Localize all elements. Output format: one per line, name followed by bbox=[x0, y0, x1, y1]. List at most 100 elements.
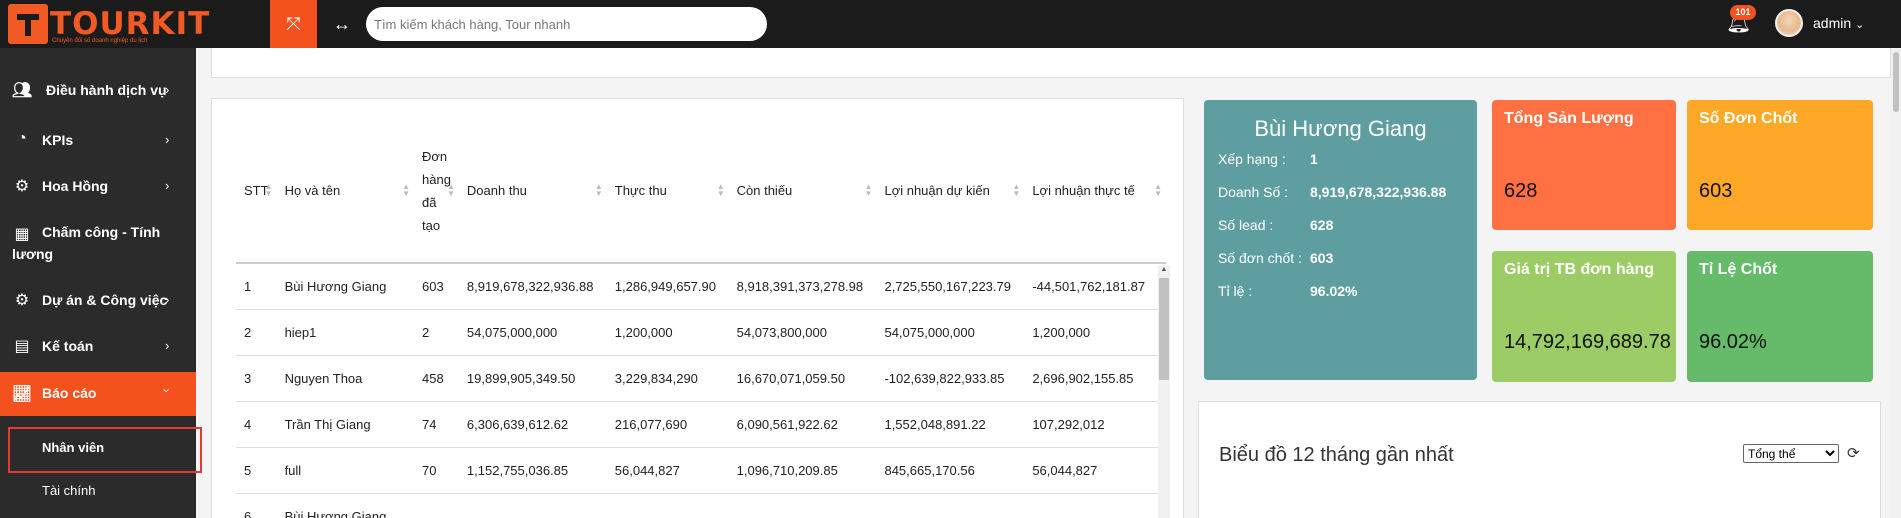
column-header-label: đã bbox=[422, 194, 437, 210]
stat-card-average-order-value: Giá trị TB đơn hàng 14,792,169,689.78 bbox=[1492, 251, 1676, 382]
sidebar-item-hoa-hong[interactable]: ⚙ Hoa Hồng › bbox=[0, 176, 196, 198]
search-input[interactable] bbox=[366, 7, 767, 41]
table-row[interactable]: 2 hiep1 2 54,075,000,000 1,200,000 54,07… bbox=[236, 309, 1166, 356]
cell-actual-profit: 56,044,827 bbox=[1024, 447, 1166, 494]
chevron-right-icon: › bbox=[165, 292, 170, 307]
profile-row-label: Số đơn chốt : bbox=[1218, 250, 1302, 266]
column-header-name[interactable]: Họ và tên ▲ ▼ bbox=[276, 119, 414, 264]
cell-stt: 5 bbox=[236, 447, 277, 494]
column-header-expected-profit[interactable]: Lợi nhuận dự kiến ▲ ▼ bbox=[876, 119, 1025, 264]
column-header-label: Họ và tên bbox=[284, 183, 341, 198]
cell-collected: 3,229,834,290 bbox=[606, 355, 729, 402]
user-menu[interactable]: admin ⌄ bbox=[1813, 15, 1864, 31]
cell-orders: 458 bbox=[414, 355, 459, 402]
cell-remaining: 54,073,800,000 bbox=[728, 309, 877, 356]
cell-collected: 56,044,827 bbox=[606, 447, 729, 494]
expand-icon: ⤧ bbox=[286, 13, 301, 34]
chevron-down-icon: ⌄ bbox=[1855, 19, 1865, 31]
sort-icon: ▲ ▼ bbox=[716, 182, 725, 198]
top-panel bbox=[211, 48, 1891, 78]
cell-collected: 1,286,949,657.90 bbox=[606, 263, 729, 310]
cell-stt: 6 bbox=[236, 493, 277, 518]
page-scrollbar[interactable] bbox=[1891, 48, 1901, 518]
stat-card-close-rate: Tỉ Lệ Chốt 96.02% bbox=[1687, 251, 1873, 382]
avatar[interactable] bbox=[1775, 9, 1803, 37]
column-header-orders[interactable]: Đơn hàng đã tạo ▲ ▼ bbox=[414, 119, 459, 264]
scroll-up-arrow-icon[interactable]: ▲ bbox=[1158, 266, 1170, 276]
cell-orders: 603 bbox=[414, 263, 459, 310]
cell-revenue: 19,899,905,349.50 bbox=[458, 355, 607, 402]
sidebar-item-label: Điều hành dịch vụ bbox=[46, 82, 167, 98]
column-header-collected[interactable]: Thực thu ▲ ▼ bbox=[606, 119, 729, 264]
cell-stt: 1 bbox=[236, 263, 277, 310]
stat-card-total-output: Tổng Sản Lượng 628 bbox=[1492, 100, 1676, 230]
expand-button[interactable]: ⤧ bbox=[270, 0, 317, 48]
cell-stt: 2 bbox=[236, 309, 277, 356]
page-scrollbar-thumb[interactable] bbox=[1893, 52, 1899, 112]
profile-lead-row: Số lead : 628 bbox=[1218, 217, 1333, 233]
chart-title: Biểu đồ 12 tháng gần nhất bbox=[1219, 444, 1454, 466]
cell-actual-profit: -44,501,762,181.87 bbox=[1024, 263, 1166, 310]
cell-name: Bùi Hương Giang bbox=[276, 263, 414, 310]
cell-stt: 3 bbox=[236, 355, 277, 402]
brand-logo[interactable]: TOURKIT Chuyên đối số doanh nghiệp du lị… bbox=[8, 4, 209, 44]
sidebar-item-label: KPIs bbox=[42, 132, 74, 148]
sidebar-item-label-line2: lương bbox=[12, 246, 54, 262]
chevron-down-icon: › bbox=[159, 388, 175, 393]
column-header-label: Đơn bbox=[422, 148, 448, 164]
column-header-actual-profit[interactable]: Lợi nhuận thực tế ▲ ▼ bbox=[1024, 119, 1166, 264]
stat-value: 603 bbox=[1699, 180, 1733, 202]
cell-actual-profit: 2,696,902,155.85 bbox=[1024, 355, 1166, 402]
chart-line-icon: 📈︎ bbox=[11, 386, 33, 403]
chart-mode-select[interactable]: Tổng thể bbox=[1743, 444, 1839, 463]
sidebar-subitem-tai-chinh[interactable]: Tài chính bbox=[0, 481, 196, 501]
top-bar: TOURKIT Chuyên đối số doanh nghiệp du lị… bbox=[0, 0, 1901, 48]
sidebar-item-cham-cong[interactable]: ▦ Chấm công - Tính lương bbox=[0, 222, 196, 268]
cell-remaining: 1,096,710,209.85 bbox=[728, 447, 877, 494]
monthly-chart-card: Biểu đồ 12 tháng gần nhất Tổng thể ⟳ bbox=[1198, 401, 1881, 518]
table-row[interactable]: 4 Trần Thị Giang 74 6,306,639,612.62 216… bbox=[236, 401, 1166, 448]
profile-row-value: 1 bbox=[1310, 151, 1318, 167]
table-scrollbar-thumb[interactable] bbox=[1159, 278, 1169, 380]
table-row[interactable]: 6 Bùi Hương Giang bbox=[236, 493, 1166, 518]
chevron-right-icon: › bbox=[165, 132, 170, 147]
column-header-remaining[interactable]: Còn thiếu ▲ ▼ bbox=[728, 119, 877, 264]
profile-row-value: 603 bbox=[1310, 250, 1334, 266]
sidebar-item-dieu-hanh-dich-vu[interactable]: 👥︎ Điều hành dịch vụ › bbox=[0, 80, 196, 102]
chevron-right-icon: › bbox=[165, 338, 170, 353]
gauge-icon: ◔ bbox=[17, 130, 27, 147]
profile-row-label: Tỉ lệ : bbox=[1218, 283, 1253, 299]
refresh-icon[interactable]: ⟳ bbox=[1847, 444, 1860, 462]
sidebar-item-kpis[interactable]: ◔ KPIs › bbox=[0, 130, 196, 152]
table-row[interactable]: 1 Bùi Hương Giang 603 8,919,678,322,936.… bbox=[236, 263, 1166, 310]
stat-title: Giá trị TB đơn hàng bbox=[1504, 261, 1655, 278]
table-row[interactable]: 3 Nguyen Thoa 458 19,899,905,349.50 3,22… bbox=[236, 355, 1166, 402]
user-name: admin bbox=[1813, 15, 1852, 31]
profile-row-label: Số lead : bbox=[1218, 217, 1274, 233]
sort-icon: ▲ ▼ bbox=[1012, 182, 1021, 198]
brand-tagline: Chuyên đối số doanh nghiệp du lịch bbox=[52, 38, 148, 44]
profile-closed-orders-row: Số đơn chốt : 603 bbox=[1218, 250, 1333, 266]
employee-table: STT ▲ ▼ Họ và tên ▲ ▼ Đơn hàng đã tạo ▲ ▼ Doa… bbox=[236, 119, 1166, 518]
sidebar-item-du-an-cong-viec[interactable]: ⚙ Dự án & Công việc › bbox=[0, 290, 196, 312]
cell-expected-profit: 2,725,550,167,223.79 bbox=[876, 263, 1025, 310]
sidebar-item-bao-cao[interactable]: 📈︎ Báo cáo › bbox=[0, 372, 196, 416]
sidebar-item-label: Dự án & Công việc bbox=[42, 292, 168, 308]
cell-revenue: 8,919,678,322,936.88 bbox=[458, 263, 607, 310]
profile-revenue-row: Doanh Số : 8,919,678,322,936.88 bbox=[1218, 184, 1446, 200]
column-header-stt[interactable]: STT ▲ ▼ bbox=[236, 119, 277, 264]
column-header-label: tạo bbox=[422, 217, 441, 233]
sort-icon: ▲ ▼ bbox=[447, 182, 455, 198]
stat-value: 628 bbox=[1504, 180, 1538, 202]
cell-revenue: 1,152,755,036.85 bbox=[458, 447, 607, 494]
sidebar-item-ke-toan[interactable]: ▤ Kế toán › bbox=[0, 336, 196, 358]
stat-title: Số Đơn Chốt bbox=[1699, 110, 1798, 127]
column-header-revenue[interactable]: Doanh thu ▲ ▼ bbox=[458, 119, 607, 264]
column-header-label: Doanh thu bbox=[466, 183, 527, 198]
sidebar-item-label: Kế toán bbox=[42, 338, 94, 354]
sidebar-subitem-label: Tài chính bbox=[42, 483, 96, 498]
table-row[interactable]: 5 full 70 1,152,755,036.85 56,044,827 1,… bbox=[236, 447, 1166, 494]
profile-row-label: Doanh Số : bbox=[1218, 184, 1289, 200]
chevron-right-icon: › bbox=[165, 82, 170, 97]
toggle-sidebar-button[interactable]: ↔ bbox=[328, 0, 356, 48]
